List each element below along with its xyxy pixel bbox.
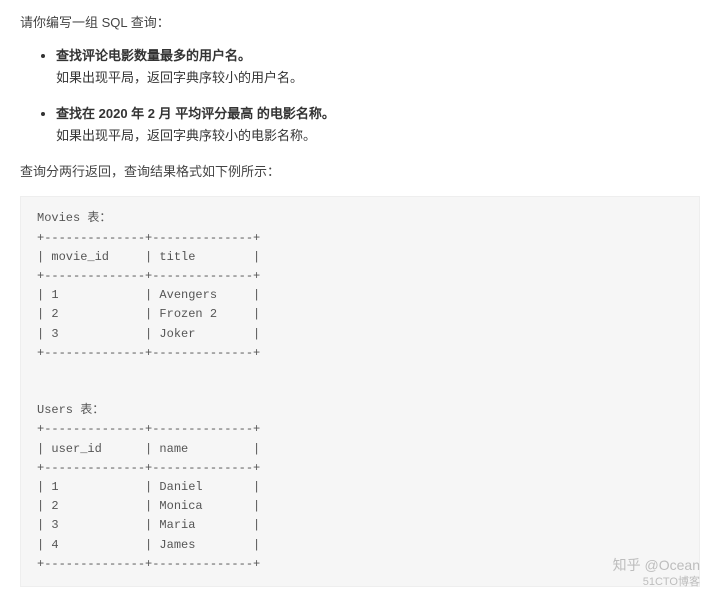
watermark: 知乎 @Ocean 51CTO博客 bbox=[613, 556, 700, 588]
task2-main: 查找在 2020 年 2 月 平均评分最高 的电影名称。 bbox=[56, 106, 335, 121]
task-item-1: 查找评论电影数量最多的用户名。 如果出现平局，返回字典序较小的用户名。 bbox=[56, 45, 700, 89]
task-list: 查找评论电影数量最多的用户名。 如果出现平局，返回字典序较小的用户名。 查找在 … bbox=[20, 45, 700, 147]
task1-sub: 如果出现平局，返回字典序较小的用户名。 bbox=[56, 70, 303, 85]
example-tables-block: Movies 表： +--------------+--------------… bbox=[20, 196, 700, 587]
outro-text: 查询分两行返回，查询结果格式如下例所示： bbox=[20, 161, 700, 180]
watermark-line1: 知乎 @Ocean bbox=[613, 556, 700, 574]
watermark-line2: 51CTO博客 bbox=[613, 575, 700, 589]
task1-main: 查找评论电影数量最多的用户名。 bbox=[56, 48, 251, 63]
task-item-2: 查找在 2020 年 2 月 平均评分最高 的电影名称。 如果出现平局，返回字典… bbox=[56, 103, 700, 147]
intro-text: 请你编写一组 SQL 查询： bbox=[20, 12, 700, 31]
task2-sub: 如果出现平局，返回字典序较小的电影名称。 bbox=[56, 128, 316, 143]
